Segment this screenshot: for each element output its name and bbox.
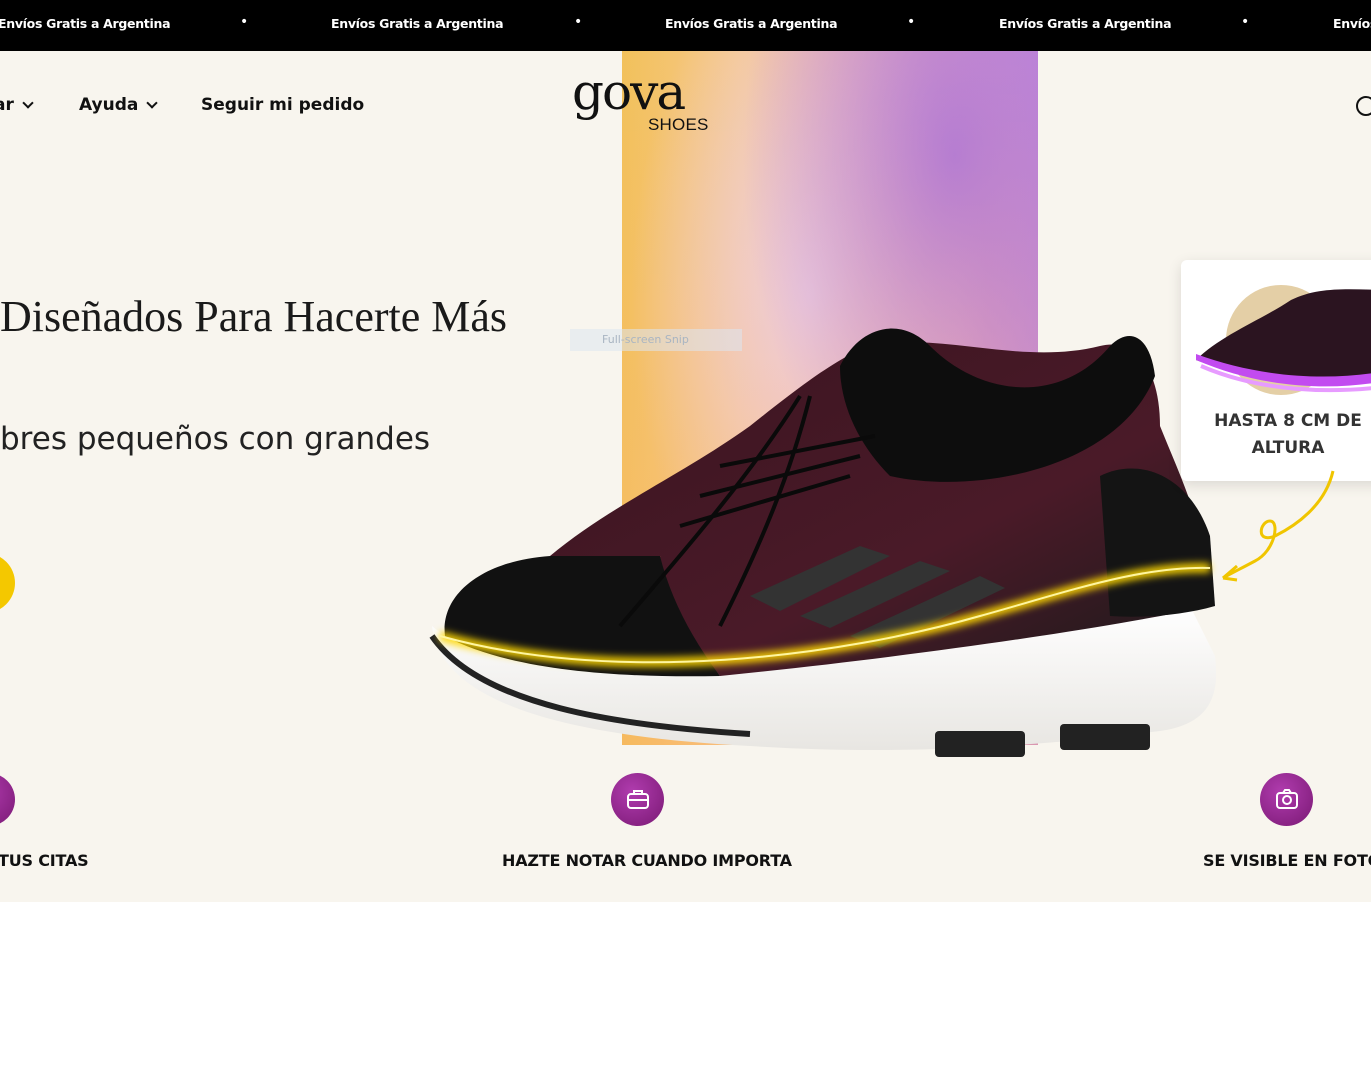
hero-section: ar Ayuda Seguir mi pedido gova SHOES Dis… (0, 51, 1371, 902)
badge-text: HASTA 8 CM DE ALTURA (1214, 411, 1362, 458)
badge-shoe-image (1196, 285, 1371, 395)
announcement-separator: • (907, 14, 916, 30)
feature-label: TUS CITAS (0, 851, 89, 870)
announcement-text: Envíos (1333, 16, 1371, 31)
announcement-text: Envíos Gratis a Argentina (331, 16, 504, 31)
logo-wordmark: gova (572, 63, 686, 121)
page: Envíos Gratis a Argentina • Envíos Grati… (0, 0, 1371, 1080)
hero-subheadline: bres pequeños con grandes (0, 421, 431, 457)
announcement-separator: • (240, 14, 249, 30)
shoe-image (429, 328, 1217, 757)
announcement-separator: • (1241, 14, 1250, 30)
feature-label: SE VISIBLE EN FOTOS (1203, 851, 1371, 870)
announcement-text: Envíos Gratis a Argentina (999, 16, 1172, 31)
nav-item-track-order[interactable]: Seguir mi pedido (201, 95, 364, 115)
camera-icon (1260, 773, 1313, 826)
hero-cta-button[interactable] (0, 553, 15, 613)
search-icon[interactable] (1356, 96, 1371, 116)
nav-item-label: Ayuda (79, 95, 139, 115)
briefcase-icon (611, 773, 664, 826)
announcement-bar: Envíos Gratis a Argentina • Envíos Grati… (0, 0, 1371, 51)
curly-arrow-icon (1222, 470, 1335, 582)
announcement-text: Envíos Gratis a Argentina (0, 16, 171, 31)
height-badge-card: HASTA 8 CM DE ALTURA (1181, 260, 1371, 481)
heart-icon (0, 773, 15, 826)
announcement-text: Envíos Gratis a Argentina (665, 16, 838, 31)
nav-item-help[interactable]: Ayuda (79, 95, 159, 115)
chevron-down-icon (22, 97, 34, 109)
nav-item-label: Seguir mi pedido (201, 95, 365, 115)
nav-item-partial[interactable]: ar (0, 95, 34, 115)
announcement-separator: • (574, 14, 583, 30)
logo[interactable]: gova SHOES (570, 63, 710, 137)
nav-item-label: ar (0, 95, 14, 115)
feature-label: HAZTE NOTAR CUANDO IMPORTA (502, 851, 792, 870)
chevron-down-icon (146, 97, 159, 109)
snip-overlay: Full-screen Snip (570, 329, 742, 351)
logo-subtitle: SHOES (648, 115, 709, 134)
